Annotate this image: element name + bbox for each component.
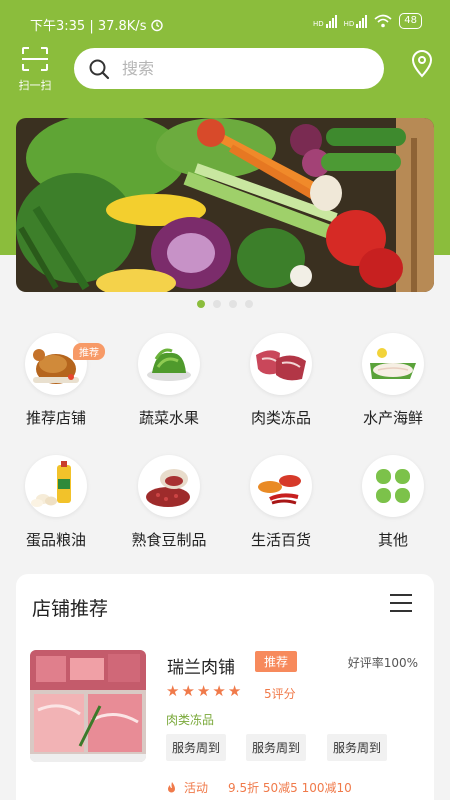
category-circle	[250, 455, 312, 517]
top-header: 扫一扫	[0, 44, 450, 100]
recommend-badge: 推荐	[255, 651, 298, 672]
star-rating: ★ ★ ★ ★ ★	[166, 682, 241, 700]
vegetables-banner-image	[16, 118, 434, 292]
star-icon: ★	[212, 682, 226, 700]
category-other[interactable]: 其他	[343, 455, 443, 550]
category-circle	[138, 455, 200, 517]
banner-dot-3[interactable]	[229, 300, 237, 308]
shop-name[interactable]: 瑞兰肉铺	[167, 653, 235, 678]
spices-icon	[258, 475, 301, 505]
search-icon	[89, 59, 110, 79]
category-meat-frozen[interactable]: 肉类冻品	[231, 333, 331, 428]
category-circle	[138, 333, 200, 395]
scan-label: 扫一扫	[18, 79, 52, 92]
alarm-icon	[151, 19, 164, 31]
category-circle	[250, 333, 312, 395]
banner-carousel[interactable]	[16, 118, 434, 292]
signal-icon-1: HD	[313, 14, 337, 28]
category-label: 蛋品粮油	[25, 531, 86, 549]
meat-counter-image	[30, 650, 146, 762]
category-badge: 推荐	[73, 343, 105, 360]
banner-dots	[197, 300, 253, 308]
battery-icon: 48	[399, 13, 422, 29]
banner-dot-4[interactable]	[245, 300, 253, 308]
star-icon: ★	[227, 682, 242, 700]
scan-button[interactable]: 扫一扫	[14, 46, 56, 94]
search-box[interactable]	[74, 48, 384, 89]
category-eggs-grain-oil[interactable]: 蛋品粮油	[6, 455, 106, 550]
star-icon: ★	[181, 682, 195, 700]
fish-icon	[370, 348, 416, 379]
service-tag: 服务周到	[246, 734, 307, 761]
category-daily-goods[interactable]: 生活百货	[231, 455, 331, 550]
vegetables-icon	[147, 348, 191, 381]
category-label: 蔬菜水果	[138, 409, 199, 427]
scan-icon	[22, 47, 48, 71]
shop-recommend-section: 店铺推荐 瑞兰肉铺 推荐 好评率100% ★ ★ ★ ★ ★ 5评分 肉类冻品 …	[16, 574, 434, 800]
category-label: 肉类冻品	[250, 409, 311, 427]
activity-row: 活动 9.5折 50减5 100减10	[166, 779, 352, 796]
fire-icon	[168, 781, 175, 792]
category-circle	[362, 333, 424, 395]
category-recommended-shops[interactable]: 推荐 推荐店铺	[6, 333, 106, 428]
shop-image[interactable]	[30, 650, 146, 762]
wifi-icon	[374, 14, 392, 28]
category-label: 生活百货	[250, 531, 311, 549]
grid-four-icon	[376, 469, 410, 503]
category-vegetables-fruits[interactable]: 蔬菜水果	[119, 333, 219, 428]
status-time: 下午3:35 | 37.8K/s	[30, 19, 147, 34]
banner-dot-2[interactable]	[213, 300, 221, 308]
signal-icon-2: HD	[344, 14, 368, 28]
service-tag: 服务周到	[327, 734, 388, 761]
category-circle: 推荐	[25, 333, 105, 395]
roast-chicken-icon	[33, 349, 79, 384]
category-label: 熟食豆制品	[131, 531, 207, 549]
category-circle	[362, 455, 424, 517]
score-text: 5评分	[264, 687, 296, 701]
category-deli-beans[interactable]: 熟食豆制品	[119, 455, 219, 550]
star-icon: ★	[196, 682, 211, 700]
beans-icon	[146, 469, 190, 507]
service-tag: 服务周到	[166, 734, 227, 761]
activity-label: 活动	[184, 781, 209, 795]
category-seafood[interactable]: 水产海鲜	[343, 333, 443, 428]
good-rate: 好评率100%	[347, 656, 418, 670]
section-title: 店铺推荐	[32, 598, 109, 620]
eggs-oil-icon	[31, 461, 71, 507]
menu-icon[interactable]	[390, 594, 412, 612]
shop-category: 肉类冻品	[166, 713, 215, 727]
category-label: 推荐店铺	[25, 409, 86, 427]
category-label: 其他	[377, 531, 408, 549]
category-circle	[25, 455, 87, 517]
search-input[interactable]	[122, 59, 342, 78]
activity-text: 9.5折 50减5 100减10	[228, 781, 352, 795]
status-bar: 下午3:35 | 37.8K/s HD HD 48	[0, 0, 450, 44]
banner-dot-1[interactable]	[197, 300, 205, 308]
location-icon[interactable]	[410, 50, 434, 78]
meat-icon	[256, 350, 306, 381]
star-icon: ★	[166, 682, 180, 700]
category-label: 水产海鲜	[362, 409, 423, 427]
